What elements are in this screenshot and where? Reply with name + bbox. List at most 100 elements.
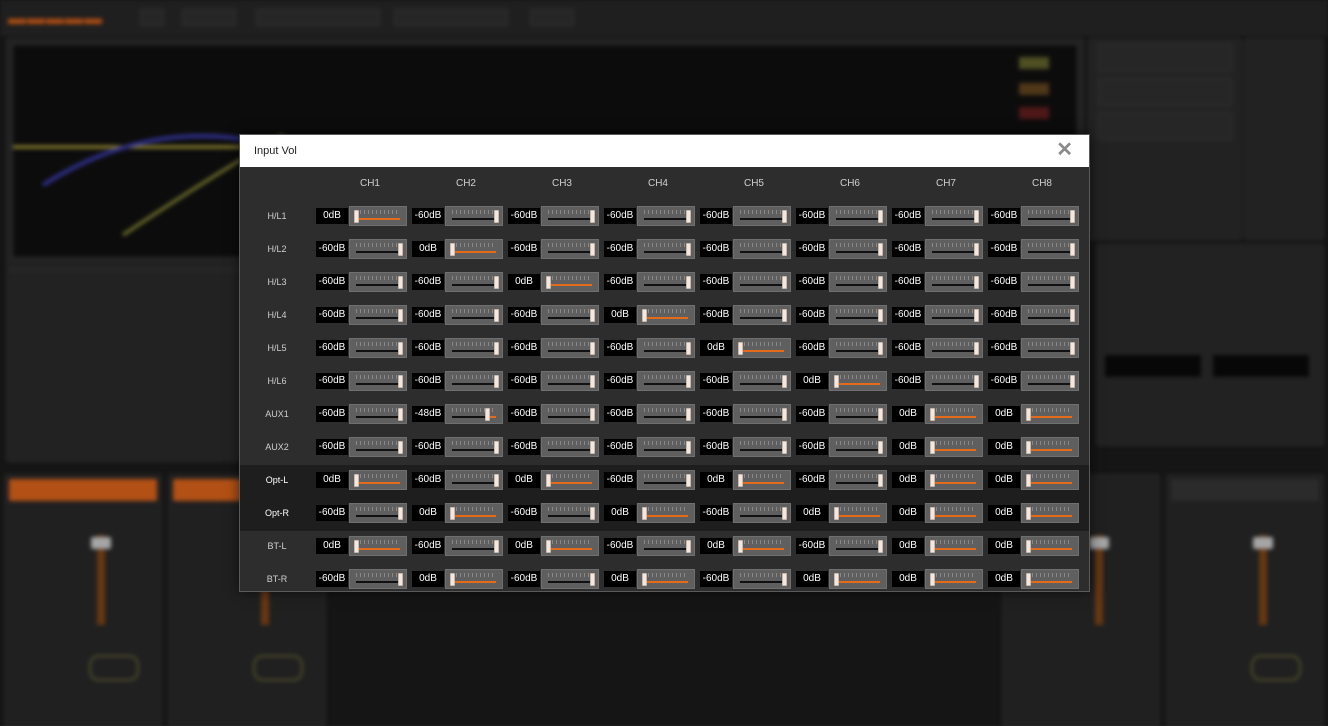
- slider-thumb[interactable]: [590, 342, 595, 355]
- slider-thumb[interactable]: [782, 441, 787, 454]
- gain-slider[interactable]: [637, 371, 695, 391]
- gain-value[interactable]: 0dB: [988, 505, 1020, 521]
- slider-thumb[interactable]: [686, 243, 691, 256]
- gain-slider[interactable]: [541, 470, 599, 490]
- gain-value[interactable]: -60dB: [700, 307, 732, 323]
- gain-value[interactable]: -60dB: [892, 274, 924, 290]
- slider-thumb[interactable]: [1026, 441, 1031, 454]
- gain-slider[interactable]: [1021, 404, 1079, 424]
- gain-slider[interactable]: [349, 470, 407, 490]
- slider-thumb[interactable]: [834, 573, 839, 586]
- gain-value[interactable]: -60dB: [604, 538, 636, 554]
- gain-slider[interactable]: [829, 206, 887, 226]
- slider-thumb[interactable]: [485, 408, 491, 421]
- slider-thumb[interactable]: [878, 342, 883, 355]
- slider-thumb[interactable]: [354, 540, 359, 553]
- gain-slider[interactable]: [925, 338, 983, 358]
- gain-value[interactable]: -60dB: [508, 340, 540, 356]
- gain-slider[interactable]: [925, 206, 983, 226]
- gain-value[interactable]: -60dB: [316, 274, 348, 290]
- gain-value[interactable]: -60dB: [412, 340, 444, 356]
- gain-slider[interactable]: [1021, 338, 1079, 358]
- gain-slider[interactable]: [637, 272, 695, 292]
- gain-slider[interactable]: [733, 404, 791, 424]
- slider-thumb[interactable]: [686, 375, 691, 388]
- gain-slider[interactable]: [349, 371, 407, 391]
- gain-value[interactable]: -60dB: [508, 208, 540, 224]
- slider-thumb[interactable]: [930, 507, 935, 520]
- gain-slider[interactable]: [637, 338, 695, 358]
- slider-thumb[interactable]: [686, 276, 691, 289]
- gain-value[interactable]: -60dB: [316, 241, 348, 257]
- slider-thumb[interactable]: [590, 507, 595, 520]
- slider-thumb[interactable]: [590, 375, 595, 388]
- gain-slider[interactable]: [733, 503, 791, 523]
- slider-thumb[interactable]: [590, 210, 595, 223]
- gain-value[interactable]: -60dB: [988, 373, 1020, 389]
- gain-value[interactable]: 0dB: [700, 340, 732, 356]
- gain-slider[interactable]: [733, 470, 791, 490]
- close-icon[interactable]: ✕: [1056, 140, 1073, 160]
- slider-thumb[interactable]: [686, 441, 691, 454]
- slider-thumb[interactable]: [546, 540, 551, 553]
- slider-thumb[interactable]: [590, 441, 595, 454]
- gain-value[interactable]: -60dB: [796, 406, 828, 422]
- slider-thumb[interactable]: [450, 243, 455, 256]
- gain-slider[interactable]: [541, 437, 599, 457]
- gain-slider[interactable]: [637, 206, 695, 226]
- slider-thumb[interactable]: [930, 441, 935, 454]
- gain-value[interactable]: -60dB: [604, 406, 636, 422]
- gain-value[interactable]: -60dB: [604, 241, 636, 257]
- slider-thumb[interactable]: [1026, 408, 1031, 421]
- gain-slider[interactable]: [1021, 503, 1079, 523]
- gain-slider[interactable]: [925, 404, 983, 424]
- gain-value[interactable]: -60dB: [412, 538, 444, 554]
- gain-slider[interactable]: [445, 239, 503, 259]
- gain-value[interactable]: -60dB: [316, 406, 348, 422]
- gain-value[interactable]: 0dB: [796, 373, 828, 389]
- slider-thumb[interactable]: [974, 375, 979, 388]
- gain-value[interactable]: -60dB: [700, 406, 732, 422]
- gain-slider[interactable]: [1021, 305, 1079, 325]
- slider-thumb[interactable]: [738, 474, 743, 487]
- slider-thumb[interactable]: [590, 243, 595, 256]
- gain-slider[interactable]: [541, 338, 599, 358]
- gain-slider[interactable]: [733, 305, 791, 325]
- gain-value[interactable]: -60dB: [796, 241, 828, 257]
- gain-slider[interactable]: [445, 404, 503, 424]
- gain-value[interactable]: 0dB: [892, 538, 924, 554]
- gain-slider[interactable]: [829, 338, 887, 358]
- gain-slider[interactable]: [829, 536, 887, 556]
- gain-value[interactable]: -60dB: [604, 208, 636, 224]
- slider-thumb[interactable]: [974, 243, 979, 256]
- gain-value[interactable]: -60dB: [508, 439, 540, 455]
- gain-slider[interactable]: [1021, 371, 1079, 391]
- gain-slider[interactable]: [349, 206, 407, 226]
- gain-value[interactable]: 0dB: [412, 241, 444, 257]
- gain-slider[interactable]: [637, 437, 695, 457]
- gain-slider[interactable]: [445, 206, 503, 226]
- gain-slider[interactable]: [541, 305, 599, 325]
- gain-value[interactable]: 0dB: [604, 307, 636, 323]
- gain-value[interactable]: -60dB: [892, 307, 924, 323]
- gain-value[interactable]: -60dB: [316, 340, 348, 356]
- gain-value[interactable]: 0dB: [316, 538, 348, 554]
- gain-slider[interactable]: [829, 404, 887, 424]
- gain-value[interactable]: -60dB: [316, 373, 348, 389]
- slider-thumb[interactable]: [1026, 573, 1031, 586]
- gain-slider[interactable]: [541, 569, 599, 589]
- gain-slider[interactable]: [445, 470, 503, 490]
- gain-slider[interactable]: [349, 437, 407, 457]
- slider-thumb[interactable]: [878, 540, 883, 553]
- gain-value[interactable]: 0dB: [412, 505, 444, 521]
- slider-thumb[interactable]: [1070, 210, 1075, 223]
- gain-slider[interactable]: [925, 569, 983, 589]
- slider-thumb[interactable]: [878, 441, 883, 454]
- slider-thumb[interactable]: [930, 408, 935, 421]
- gain-slider[interactable]: [541, 206, 599, 226]
- gain-value[interactable]: -60dB: [700, 373, 732, 389]
- slider-thumb[interactable]: [398, 309, 403, 322]
- slider-thumb[interactable]: [686, 540, 691, 553]
- slider-thumb[interactable]: [878, 276, 883, 289]
- gain-value[interactable]: -60dB: [412, 274, 444, 290]
